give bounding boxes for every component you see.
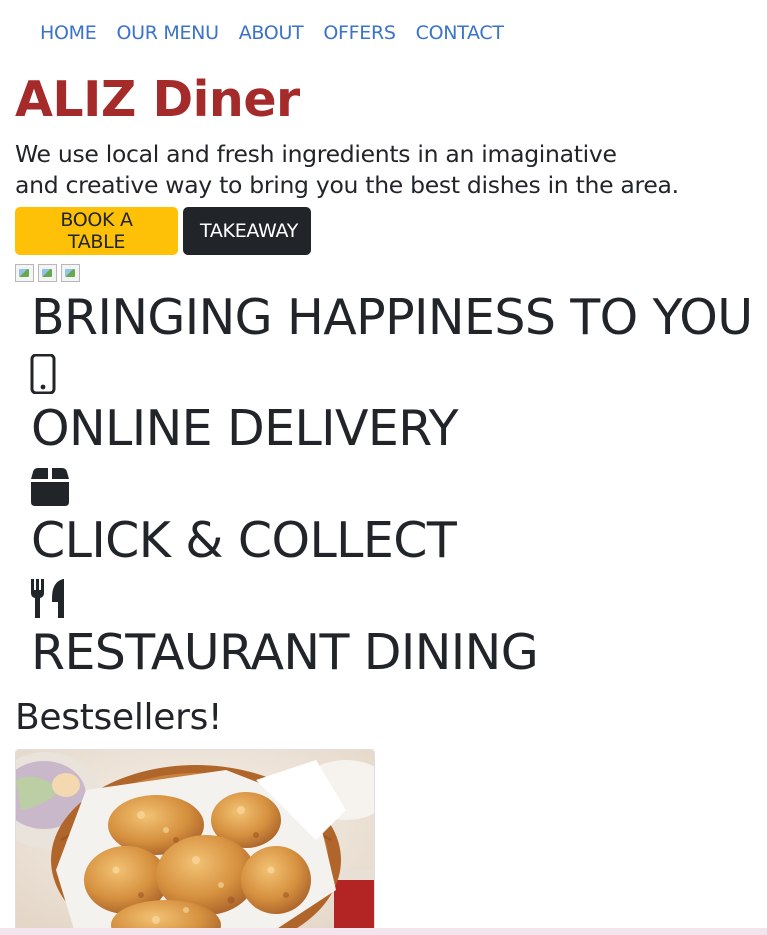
nav-home-link[interactable]: HOME bbox=[40, 20, 97, 46]
broken-image-icon bbox=[38, 264, 57, 282]
nav-our-menu-link[interactable]: OUR MENU bbox=[116, 20, 219, 46]
main-nav: HOME OUR MENU ABOUT OFFERS CONTACT bbox=[40, 20, 504, 46]
takeaway-button[interactable]: TAKEAWAY bbox=[183, 207, 311, 255]
nav-offers-link[interactable]: OFFERS bbox=[323, 20, 396, 46]
restaurant-dining-label: RESTAURANT DINING bbox=[31, 624, 539, 681]
bestsellers-title: Bestsellers! bbox=[15, 697, 223, 738]
page: HOME OUR MENU ABOUT OFFERS CONTACT ALIZ … bbox=[0, 0, 767, 935]
utensils-icon bbox=[31, 579, 64, 618]
features-title: BRINGING HAPPINESS TO YOU bbox=[31, 289, 753, 346]
phone-icon bbox=[30, 354, 56, 394]
bestseller-card[interactable] bbox=[15, 749, 375, 935]
broken-image-row bbox=[15, 264, 80, 282]
tagline: We use local and fresh ingredients in an… bbox=[15, 139, 695, 201]
nav-contact-link[interactable]: CONTACT bbox=[416, 20, 504, 46]
brand-title: ALIZ Diner bbox=[15, 71, 300, 128]
broken-image-icon bbox=[61, 264, 80, 282]
broken-image-icon bbox=[15, 264, 34, 282]
book-table-button[interactable]: BOOK A TABLE bbox=[15, 207, 178, 255]
hero-actions: BOOK A TABLE TAKEAWAY bbox=[15, 207, 311, 255]
click-collect-label: CLICK & COLLECT bbox=[31, 512, 457, 569]
box-icon bbox=[31, 468, 69, 506]
tagline-line-1: We use local and fresh ingredients in an… bbox=[15, 140, 617, 168]
tagline-line-2: and creative way to bring you the best d… bbox=[15, 171, 679, 199]
nav-about-link[interactable]: ABOUT bbox=[239, 20, 304, 46]
online-delivery-label: ONLINE DELIVERY bbox=[31, 400, 459, 457]
bottom-strip bbox=[0, 928, 767, 935]
fried-chicken-image bbox=[16, 750, 374, 934]
